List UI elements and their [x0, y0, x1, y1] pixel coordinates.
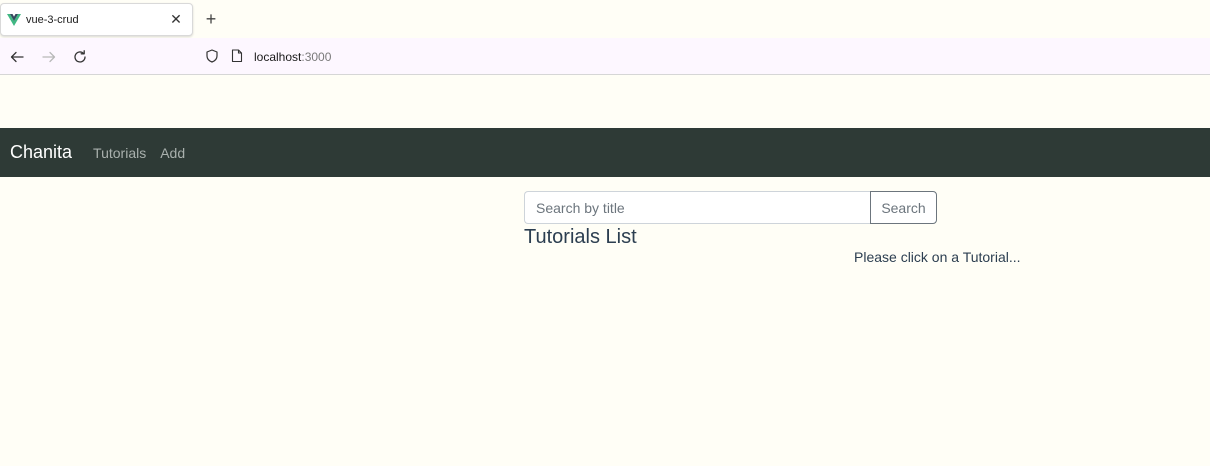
- close-icon[interactable]: ✕: [168, 11, 184, 28]
- tab-title: vue-3-crud: [26, 13, 79, 26]
- reload-icon: [74, 50, 86, 63]
- search-group: Search: [524, 191, 937, 224]
- page-icon: [231, 49, 243, 63]
- arrow-left-icon: [10, 51, 24, 63]
- vue-logo-icon: [7, 13, 21, 26]
- browser-toolbar: localhost:3000: [0, 38, 1210, 75]
- browser-tab[interactable]: vue-3-crud ✕: [0, 3, 193, 36]
- url-host: localhost: [254, 50, 302, 64]
- url-bar[interactable]: localhost:3000: [254, 50, 331, 64]
- search-button[interactable]: Search: [870, 191, 937, 224]
- brand-link[interactable]: Chanita: [10, 142, 72, 163]
- tutorials-list-title: Tutorials List: [524, 226, 637, 248]
- new-tab-button[interactable]: +: [202, 9, 220, 29]
- nav-link-tutorials[interactable]: Tutorials: [93, 145, 146, 161]
- reload-button[interactable]: [70, 47, 90, 67]
- select-tutorial-hint: Please click on a Tutorial...: [854, 249, 1021, 265]
- forward-button[interactable]: [39, 47, 59, 67]
- search-input[interactable]: [524, 191, 870, 224]
- back-button[interactable]: [7, 47, 27, 67]
- browser-tab-strip: vue-3-crud ✕ +: [0, 0, 1210, 38]
- nav-link-add[interactable]: Add: [160, 145, 185, 161]
- url-port: :3000: [301, 50, 332, 64]
- shield-icon[interactable]: [205, 49, 219, 63]
- app-navbar: Chanita Tutorials Add: [0, 128, 1210, 177]
- arrow-right-icon: [42, 51, 56, 63]
